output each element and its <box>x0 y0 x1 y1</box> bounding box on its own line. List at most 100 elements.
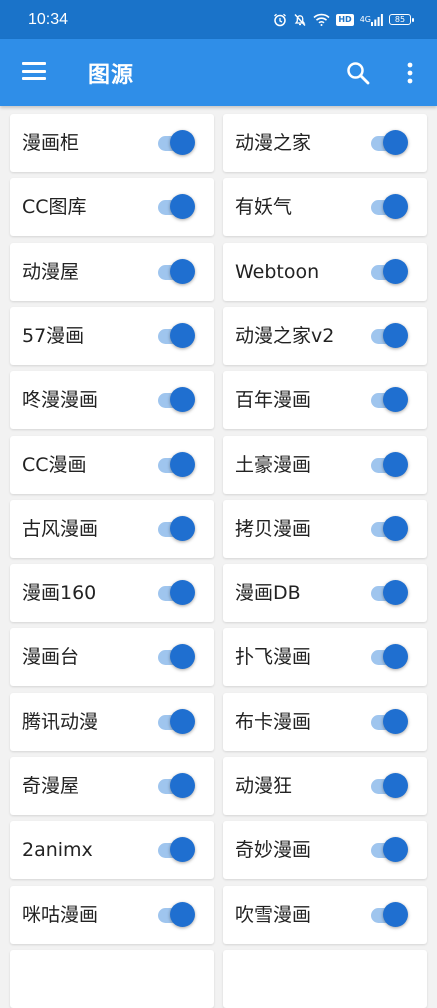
search-icon[interactable] <box>346 61 370 85</box>
source-item[interactable]: 57漫画 <box>10 306 214 365</box>
source-name: CC漫画 <box>22 453 87 476</box>
source-name: 动漫之家v2 <box>235 324 335 347</box>
toggle-thumb <box>170 451 195 477</box>
source-name: 漫画160 <box>22 582 97 605</box>
source-item[interactable]: 漫画台 <box>10 628 214 687</box>
toggle-thumb <box>170 322 195 348</box>
source-item[interactable]: 古风漫画 <box>10 499 214 558</box>
toggle-thumb <box>170 515 195 541</box>
toggle-thumb <box>383 515 408 541</box>
toggle-thumb <box>170 130 195 155</box>
source-toggle[interactable] <box>369 322 409 348</box>
source-item[interactable]: 动漫屋 <box>10 242 214 301</box>
source-item[interactable]: 扑飞漫画 <box>223 628 427 687</box>
source-item[interactable] <box>10 949 214 1008</box>
toggle-thumb <box>170 258 195 284</box>
status-bar: 10:34 HD 4G 85 <box>0 0 437 39</box>
app-bar: 图源 <box>0 39 437 106</box>
mute-icon <box>293 13 307 27</box>
source-item[interactable]: 有妖气 <box>223 178 427 237</box>
source-item[interactable]: 动漫之家v2 <box>223 306 427 365</box>
source-item[interactable]: CC图库 <box>10 178 214 237</box>
source-toggle[interactable] <box>369 580 409 606</box>
signal-icon: 4G <box>359 13 383 26</box>
source-toggle[interactable] <box>156 194 196 220</box>
toggle-thumb <box>383 773 408 798</box>
source-name: 动漫屋 <box>22 260 80 283</box>
source-item[interactable]: 百年漫画 <box>223 371 427 430</box>
source-toggle[interactable] <box>156 708 196 734</box>
source-item[interactable]: 咚漫漫画 <box>10 371 214 430</box>
toggle-thumb <box>383 130 408 155</box>
source-toggle[interactable] <box>369 194 409 220</box>
hamburger-menu-icon[interactable] <box>22 62 46 80</box>
source-item[interactable]: 拷贝漫画 <box>223 499 427 558</box>
source-item[interactable] <box>223 949 427 1008</box>
source-toggle[interactable] <box>156 387 196 413</box>
source-item[interactable]: 奇妙漫画 <box>223 821 427 880</box>
status-icons: HD 4G 85 <box>273 13 414 27</box>
toggle-thumb <box>170 644 195 670</box>
toggle-thumb <box>170 773 195 798</box>
source-name: 有妖气 <box>235 196 293 219</box>
more-vertical-icon[interactable] <box>404 61 416 85</box>
source-toggle[interactable] <box>156 130 196 155</box>
source-item[interactable]: 漫画柜 <box>10 114 214 172</box>
source-name: 吹雪漫画 <box>235 903 312 926</box>
toggle-thumb <box>170 901 195 927</box>
source-toggle[interactable] <box>369 837 409 863</box>
source-item[interactable]: 吹雪漫画 <box>223 885 427 944</box>
source-toggle[interactable] <box>369 515 409 541</box>
source-toggle[interactable] <box>369 901 409 927</box>
source-item[interactable]: 土豪漫画 <box>223 435 427 494</box>
toggle-thumb <box>383 194 408 220</box>
source-toggle[interactable] <box>156 515 196 541</box>
source-toggle[interactable] <box>156 258 196 284</box>
source-toggle[interactable] <box>156 451 196 477</box>
source-item[interactable]: 腾讯动漫 <box>10 692 214 751</box>
signal-type: 4G <box>359 14 371 24</box>
source-item[interactable]: 布卡漫画 <box>223 692 427 751</box>
status-time: 10:34 <box>28 10 69 28</box>
toggle-thumb <box>383 451 408 477</box>
source-item[interactable]: Webtoon <box>223 242 427 301</box>
source-toggle[interactable] <box>369 708 409 734</box>
source-toggle[interactable] <box>369 773 409 798</box>
toggle-thumb <box>383 258 408 284</box>
source-name: 漫画DB <box>235 582 301 605</box>
toggle-thumb <box>383 708 408 734</box>
source-item[interactable]: 2animx <box>10 821 214 880</box>
source-name: 漫画柜 <box>22 132 80 154</box>
source-toggle[interactable] <box>156 773 196 798</box>
page-title: 图源 <box>88 63 135 88</box>
source-name: 咪咕漫画 <box>22 903 99 926</box>
source-item[interactable]: 漫画DB <box>223 564 427 623</box>
source-toggle[interactable] <box>156 644 196 670</box>
source-toggle[interactable] <box>369 130 409 155</box>
toggle-thumb <box>170 387 195 413</box>
source-name: 扑飞漫画 <box>235 646 312 669</box>
source-name: 拷贝漫画 <box>235 517 312 540</box>
source-toggle[interactable] <box>156 837 196 863</box>
source-toggle[interactable] <box>156 901 196 927</box>
toggle-thumb <box>383 387 408 413</box>
source-toggle[interactable] <box>156 322 196 348</box>
source-item[interactable]: 漫画160 <box>10 564 214 623</box>
source-item[interactable]: CC漫画 <box>10 435 214 494</box>
alarm-icon <box>273 13 287 27</box>
battery-level: 85 <box>394 15 406 24</box>
source-item[interactable]: 咪咕漫画 <box>10 885 214 944</box>
source-name: CC图库 <box>22 196 87 219</box>
source-name: 2animx <box>22 839 93 862</box>
source-name: 57漫画 <box>22 324 85 347</box>
source-item[interactable]: 动漫狂 <box>223 757 427 815</box>
source-item[interactable]: 奇漫屋 <box>10 757 214 815</box>
source-toggle[interactable] <box>156 580 196 606</box>
source-toggle[interactable] <box>369 387 409 413</box>
source-item[interactable]: 动漫之家 <box>223 114 427 172</box>
source-toggle[interactable] <box>369 451 409 477</box>
source-name: 百年漫画 <box>235 389 312 412</box>
toggle-thumb <box>383 322 408 348</box>
source-toggle[interactable] <box>369 644 409 670</box>
source-toggle[interactable] <box>369 258 409 284</box>
